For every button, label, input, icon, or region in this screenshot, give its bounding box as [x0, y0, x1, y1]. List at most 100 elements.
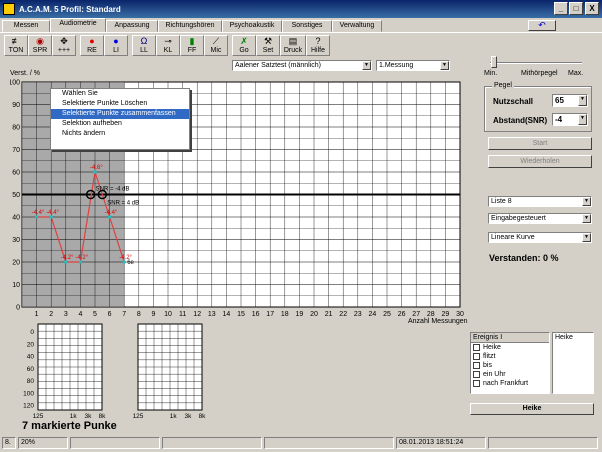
bone-conductor-icon: ⊸ [164, 36, 172, 46]
slider-mid-label: Mithörpegel [521, 70, 558, 77]
checkbox[interactable] [473, 370, 480, 378]
air-conduction-button[interactable]: Ω LL [132, 35, 156, 56]
menu-item-clear-selection[interactable]: Selektion aufheben [51, 119, 189, 129]
input-mode-select[interactable]: Eingabegesteuert ▼ [488, 213, 592, 224]
menu-item-no-change[interactable]: Nichts ändern [51, 129, 189, 139]
data-label: -4.2° [75, 255, 88, 261]
data-label: -4.4° [46, 210, 59, 216]
mini-x-tick: 8k [99, 413, 107, 418]
event-item-1[interactable]: flitzt [471, 352, 549, 361]
tab-richtungshoeren[interactable]: Richtungshören [158, 20, 222, 32]
mini-y-tick: 100 [23, 390, 34, 397]
window-title: A.C.A.M. 5 Profil: Standard [19, 5, 121, 14]
repeat-button[interactable]: Wiederholen [488, 155, 592, 168]
tab-anpassung[interactable]: Anpassung [106, 20, 158, 32]
toolbar: ≢ TON ◉ SPR ✥ +++ ● RE ● LI Ω LL ⊸ KL ▮ FF ⟋ Mic … [0, 32, 602, 56]
level-slider-track[interactable] [490, 62, 582, 64]
mini-y-tick: 20 [27, 341, 35, 348]
undo-button[interactable]: ↶ [528, 20, 556, 31]
speech-button[interactable]: ◉ SPR [28, 35, 52, 56]
title-bar: A.C.A.M. 5 Profil: Standard _ □ X [0, 0, 602, 18]
word-button[interactable]: Heike [470, 403, 594, 415]
checkbox[interactable] [473, 361, 480, 369]
speaker-icon: ▮ [189, 36, 195, 46]
data-label: -4.4° [105, 210, 118, 216]
tone-button[interactable]: ≢ TON [4, 35, 28, 56]
start-button[interactable]: Start [488, 137, 592, 150]
runner-icon: ✗ [240, 36, 248, 46]
close-button[interactable]: X [585, 2, 599, 15]
event-item-2[interactable]: bis [471, 361, 549, 370]
x-tick-label: 22 [339, 311, 347, 318]
data-label: -4.6° [90, 165, 103, 171]
tab-verwaltung[interactable]: Verwaltung [332, 20, 382, 32]
signal-level-select[interactable]: 65 ▼ [552, 94, 588, 107]
x-tick-label: 27 [412, 311, 420, 318]
checkbox[interactable] [473, 343, 480, 351]
snr-marker-label: SNR = 4 dB [107, 201, 139, 207]
sentence-box[interactable]: Heike [552, 332, 594, 394]
mini-x-tick: 125 [33, 413, 44, 418]
x-tick-label: 14 [223, 311, 231, 318]
microphone-button[interactable]: ⟋ Mic [204, 35, 228, 56]
chevron-down-icon: ▼ [582, 233, 591, 242]
plus-button[interactable]: ✥ +++ [52, 35, 76, 56]
x-tick-label: 26 [398, 311, 406, 318]
help-button[interactable]: ? Hilfe [306, 35, 330, 56]
context-menu-title: Wählen Sie [62, 90, 98, 97]
status-index: 8. [2, 437, 16, 449]
level-group-title: Pegel [492, 82, 514, 89]
mini-x-tick: 3k [84, 413, 92, 418]
settings-button[interactable]: ⚒ Set [256, 35, 280, 56]
minimize-button[interactable]: _ [554, 2, 568, 15]
right-ear-icon: ● [89, 36, 95, 46]
y-tick-label: 90 [12, 102, 20, 109]
measurement-select[interactable]: 1.Messung ▼ [376, 60, 450, 71]
headphones-icon: Ω [140, 36, 148, 46]
event-item-0[interactable]: Heike [471, 343, 549, 352]
bone-conduction-button[interactable]: ⊸ KL [156, 35, 180, 56]
test-select[interactable]: Aalener Satztest (männlich) ▼ [232, 60, 372, 71]
tab-audiometrie[interactable]: Audiometrie [50, 18, 106, 32]
free-field-button[interactable]: ▮ FF [180, 35, 204, 56]
go-button[interactable]: ✗ Go [232, 35, 256, 56]
checkbox[interactable] [473, 379, 480, 387]
mini-x-tick: 3k [184, 413, 192, 418]
mini-y-tick: 80 [27, 378, 35, 385]
tab-sonstiges[interactable]: Sonstiges [282, 20, 332, 32]
y-tick-label: 70 [12, 147, 20, 154]
print-button[interactable]: ▤ Druck [280, 35, 306, 56]
menu-item-delete[interactable]: Selektierte Punkte Löschen [51, 99, 189, 109]
snr-select[interactable]: -4 ▼ [552, 113, 588, 126]
x-tick-label: 8 [137, 311, 141, 318]
y-tick-label: 50 [12, 192, 20, 199]
y-tick-label: 0 [16, 305, 20, 312]
level-slider-thumb[interactable] [491, 56, 497, 68]
tab-psychoakustik[interactable]: Psychoakustik [222, 20, 282, 32]
mini-y-tick: 40 [27, 354, 35, 361]
tab-messen[interactable]: Messen [2, 20, 50, 32]
x-tick-label: 28 [427, 311, 435, 318]
list-select[interactable]: Liste 8 ▼ [488, 196, 592, 207]
event-list[interactable]: Ereignis I Heike flitzt bis ein Uhr nach… [470, 332, 550, 394]
left-ear-icon: ● [113, 36, 119, 46]
left-ear-button[interactable]: ● LI [104, 35, 128, 56]
x-tick-label: 23 [354, 311, 362, 318]
right-ear-button[interactable]: ● RE [80, 35, 104, 56]
maximize-button[interactable]: □ [569, 2, 583, 15]
marked-points-label: 7 markierte Punke [22, 420, 117, 432]
x-tick-label: 6 [108, 311, 112, 318]
checkbox[interactable] [473, 352, 480, 360]
event-item-4[interactable]: nach Frankfurt [471, 379, 549, 388]
lips-icon: ◉ [36, 36, 44, 46]
mini-y-tick: 0 [30, 329, 34, 336]
event-item-3[interactable]: ein Uhr [471, 370, 549, 379]
menu-item-merge[interactable]: Selektierte Punkte zusammenfassen [51, 109, 189, 119]
chevron-down-icon: ▼ [578, 95, 587, 106]
chevron-down-icon: ▼ [578, 114, 587, 125]
x-tick-label: 21 [325, 311, 333, 318]
mini-x-tick: 8k [199, 413, 207, 418]
x-tick-label: 24 [369, 311, 377, 318]
x-tick-label: 15 [237, 311, 245, 318]
curve-select[interactable]: Lineare Kurve ▼ [488, 232, 592, 243]
